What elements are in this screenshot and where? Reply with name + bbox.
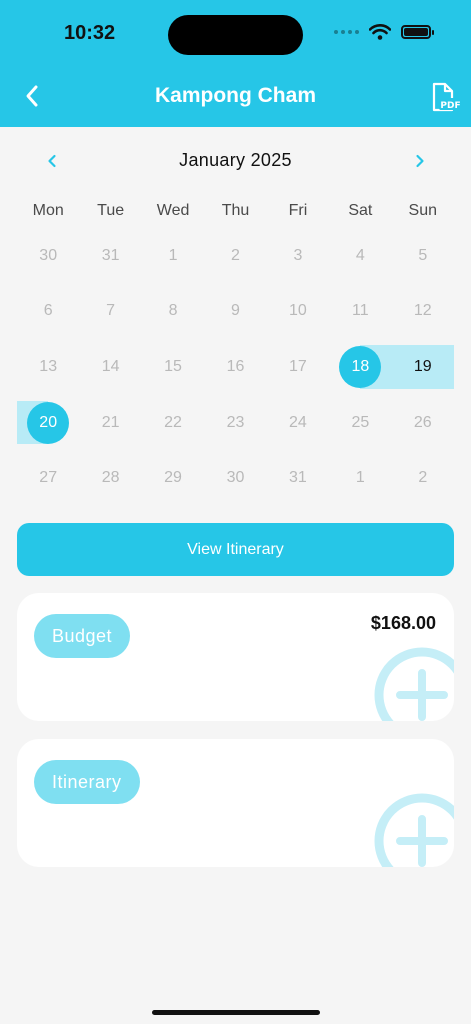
calendar-day[interactable]: 30 xyxy=(17,228,79,284)
calendar-day[interactable]: 12 xyxy=(392,284,454,340)
budget-amount: $168.00 xyxy=(370,613,436,633)
calendar-day[interactable]: 31 xyxy=(267,450,329,506)
itinerary-card: Itinerary xyxy=(17,739,454,867)
calendar-day[interactable]: 1 xyxy=(329,450,391,506)
calendar-day[interactable]: 30 xyxy=(204,450,266,506)
calendar-day[interactable]: 24 xyxy=(267,395,329,451)
calendar-day-in-range[interactable]: 19 xyxy=(391,339,455,395)
weekday-label: Sun xyxy=(408,202,437,219)
weekday-label: Sat xyxy=(348,202,373,219)
calendar-day[interactable]: 28 xyxy=(79,450,141,506)
export-pdf-button[interactable]: PDF xyxy=(428,82,462,114)
wifi-icon xyxy=(369,24,391,40)
calendar-day[interactable]: 10 xyxy=(267,284,329,340)
weekday-label: Tue xyxy=(97,202,125,219)
pdf-file-icon: PDF xyxy=(432,82,462,112)
calendar-day-range-end[interactable]: 20 xyxy=(17,395,79,451)
weekday-label: Wed xyxy=(156,202,190,219)
weekday-label: Mon xyxy=(32,202,64,219)
calendar-day[interactable]: 17 xyxy=(267,339,329,395)
calendar-day[interactable]: 16 xyxy=(204,339,266,395)
plus-circle-icon[interactable] xyxy=(372,791,454,867)
cellular-signal-icon xyxy=(334,30,359,34)
calendar-day[interactable]: 14 xyxy=(79,339,141,395)
calendar-day[interactable]: 7 xyxy=(79,284,141,340)
weekday-label: Thu xyxy=(221,202,250,219)
calendar-day[interactable]: 21 xyxy=(79,395,141,451)
calendar-day[interactable]: 3 xyxy=(267,228,329,284)
calendar-day[interactable]: 2 xyxy=(204,228,266,284)
calendar-day[interactable]: 11 xyxy=(329,284,391,340)
calendar-day[interactable]: 1 xyxy=(142,228,204,284)
calendar-day[interactable]: 8 xyxy=(142,284,204,340)
app-header: 10:32 Kampong Cham PDF xyxy=(0,0,471,127)
calendar-day[interactable]: 23 xyxy=(204,395,266,451)
status-time: 10:32 xyxy=(64,22,116,44)
battery-icon xyxy=(401,25,434,39)
home-indicator[interactable] xyxy=(152,1010,320,1015)
calendar-grid: 30 31 1 2 3 4 5 6 7 8 9 10 11 12 13 14 1… xyxy=(17,228,455,506)
page-title: Kampong Cham xyxy=(154,84,316,107)
calendar-day[interactable]: 13 xyxy=(17,339,79,395)
calendar-day[interactable]: 22 xyxy=(142,395,204,451)
calendar-day[interactable]: 15 xyxy=(142,339,204,395)
calendar-day[interactable]: 31 xyxy=(79,228,141,284)
calendar-day[interactable]: 4 xyxy=(329,228,391,284)
calendar-day[interactable]: 25 xyxy=(329,395,391,451)
next-month-button[interactable] xyxy=(410,150,430,172)
itinerary-label[interactable]: Itinerary xyxy=(34,760,140,804)
budget-label[interactable]: Budget xyxy=(34,614,131,658)
plus-circle-icon[interactable] xyxy=(372,645,454,721)
status-icons xyxy=(334,24,434,40)
weekday-row: Mon Tue Wed Thu Fri Sat Sun xyxy=(17,202,454,220)
chevron-right-icon xyxy=(416,154,424,168)
calendar-day-range-start[interactable]: 18 xyxy=(329,339,392,395)
month-label: January 2025 xyxy=(179,150,292,170)
dynamic-island xyxy=(168,15,303,55)
calendar-day[interactable]: 27 xyxy=(17,450,79,506)
calendar-day[interactable]: 26 xyxy=(392,395,454,451)
calendar-day[interactable]: 9 xyxy=(204,284,266,340)
svg-text:PDF: PDF xyxy=(440,101,460,111)
calendar-day[interactable]: 29 xyxy=(142,450,204,506)
calendar-day[interactable]: 6 xyxy=(17,284,79,340)
calendar-header: January 2025 xyxy=(0,148,471,174)
calendar-day[interactable]: 2 xyxy=(392,450,454,506)
budget-card: Budget $168.00 xyxy=(17,593,454,721)
weekday-label: Fri xyxy=(288,202,308,219)
calendar-day[interactable]: 5 xyxy=(392,228,454,284)
view-itinerary-button[interactable]: View Itinerary xyxy=(17,523,454,576)
